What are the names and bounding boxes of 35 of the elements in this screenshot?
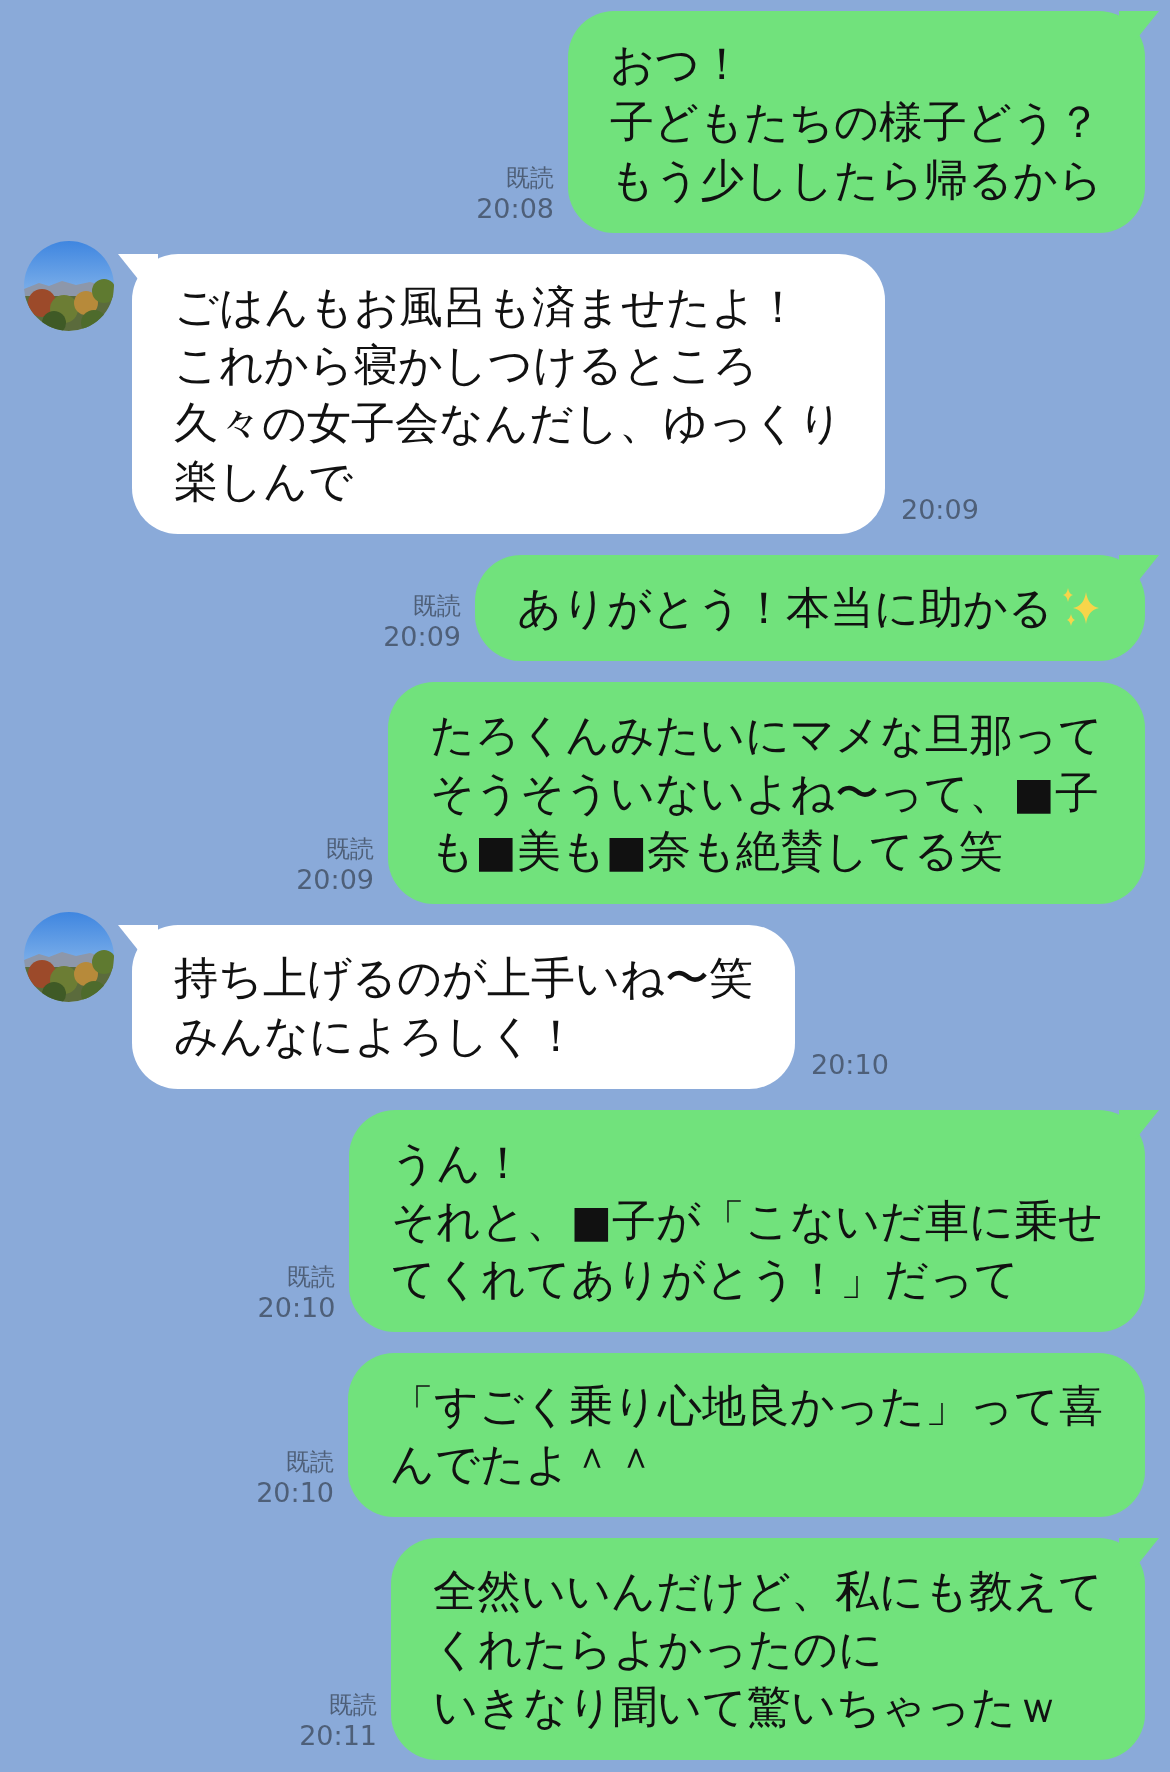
message-text: も■美も■奈も絶賛してる笑 bbox=[430, 824, 1005, 878]
message-time: 20:08 bbox=[476, 193, 554, 225]
message-text: てくれてありがとう！」だって bbox=[391, 1252, 1021, 1306]
message-text: 楽しんで bbox=[174, 454, 354, 508]
message-text: 久々の女子会なんだし、ゆっくり bbox=[174, 396, 843, 450]
message-time: 20:10 bbox=[256, 1477, 334, 1509]
message-text: ごはんもお風呂も済ませたよ！ bbox=[174, 280, 801, 334]
read-receipt: 既読 bbox=[286, 1447, 334, 1477]
message-time: 20:09 bbox=[296, 864, 374, 896]
read-receipt: 既読 bbox=[287, 1262, 336, 1292]
message-text: そうそういないよね〜って、■子 bbox=[430, 766, 1100, 820]
message-time: 20:10 bbox=[811, 1049, 889, 1081]
message-time: 20:09 bbox=[901, 494, 979, 526]
read-receipt: 既読 bbox=[506, 163, 554, 193]
read-receipt: 既読 bbox=[326, 834, 374, 864]
message-time: 20:09 bbox=[383, 621, 461, 653]
message-text: たろくんみたいにマメな旦那って bbox=[430, 708, 1103, 762]
message-text: みんなによろしく！ bbox=[174, 1009, 579, 1063]
message-text: くれたらよかったのに bbox=[433, 1622, 884, 1676]
message-text: いきなり聞いて驚いちゃったｗ bbox=[433, 1680, 1061, 1734]
message-text: うん！ bbox=[391, 1136, 527, 1190]
message-text: おつ！ bbox=[610, 37, 745, 91]
message-text: 持ち上げるのが上手いね〜笑 bbox=[174, 951, 753, 1005]
message-text: んでたよ＾＾ bbox=[390, 1437, 659, 1491]
message-text: それと、■子が「こないだ車に乗せ bbox=[391, 1194, 1103, 1248]
message-text: もう少ししたら帰るから bbox=[610, 153, 1103, 207]
message-text: これから寝かしつけるところ bbox=[174, 338, 759, 392]
read-receipt: 既読 bbox=[413, 591, 461, 621]
message-text: 子どもたちの様子どう？ bbox=[610, 95, 1102, 149]
message-time: 20:11 bbox=[299, 1720, 377, 1752]
message-time: 20:10 bbox=[257, 1292, 336, 1324]
read-receipt: 既読 bbox=[329, 1690, 377, 1720]
message-text: ありがとう！本当に助かる bbox=[517, 581, 1053, 635]
message-text: 全然いいんだけど、私にも教えて bbox=[433, 1564, 1103, 1618]
message-text: 「すごく乗り心地良かった」って喜 bbox=[390, 1379, 1103, 1433]
